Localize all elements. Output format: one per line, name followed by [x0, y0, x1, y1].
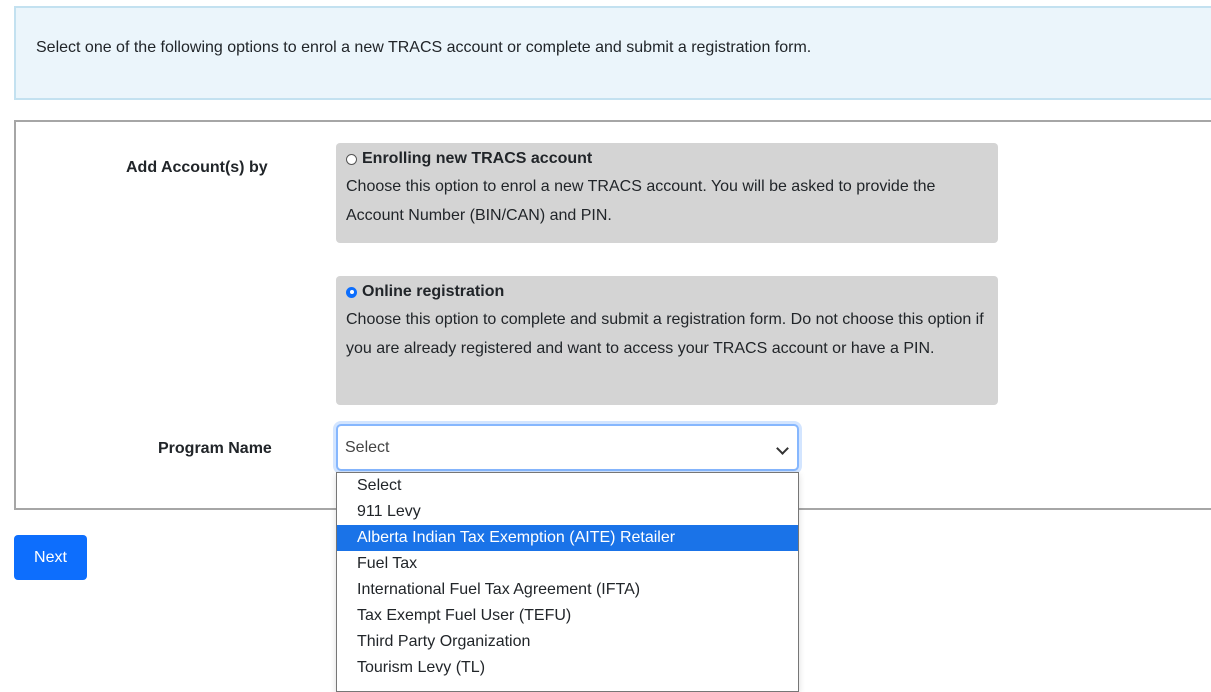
registration-option-description: Choose this option to complete and submi…	[346, 311, 984, 357]
program-select-value: Select	[345, 438, 390, 456]
dropdown-option[interactable]: Tourism Levy (TL)	[337, 655, 798, 681]
enrol-radio[interactable]	[346, 153, 357, 165]
program-dropdown-list[interactable]: Select 911 Levy Alberta Indian Tax Exemp…	[336, 472, 799, 692]
option-enrol-account[interactable]: Enrolling new TRACS account Choose this …	[336, 143, 998, 243]
info-text: Select one of the following options to e…	[36, 39, 812, 56]
option-enrol-title-row[interactable]: Enrolling new TRACS account	[346, 149, 988, 169]
dropdown-option-highlighted[interactable]: Alberta Indian Tax Exemption (AITE) Reta…	[337, 525, 798, 551]
dropdown-option[interactable]: Tax Exempt Fuel User (TEFU)	[337, 603, 798, 629]
registration-option-title: Online registration	[362, 283, 505, 300]
registration-radio[interactable]	[346, 286, 357, 298]
add-account-label: Add Account(s) by	[126, 159, 268, 176]
dropdown-option[interactable]: Fuel Tax	[337, 551, 798, 577]
enrol-option-description: Choose this option to enrol a new TRACS …	[346, 178, 936, 224]
dropdown-option[interactable]: Third Party Organization	[337, 629, 798, 655]
chevron-down-icon	[776, 442, 789, 455]
dropdown-option[interactable]: 911 Levy	[337, 499, 798, 525]
program-name-select[interactable]: Select	[336, 424, 799, 471]
enrol-option-title: Enrolling new TRACS account	[362, 150, 593, 167]
option-online-registration[interactable]: Online registration Choose this option t…	[336, 276, 998, 405]
info-banner: Select one of the following options to e…	[14, 6, 1211, 100]
dropdown-option[interactable]: International Fuel Tax Agreement (IFTA)	[337, 577, 798, 603]
option-registration-title-row[interactable]: Online registration	[346, 282, 988, 302]
dropdown-option[interactable]: Select	[337, 473, 798, 499]
program-name-label: Program Name	[158, 440, 272, 457]
next-button[interactable]: Next	[14, 535, 87, 580]
